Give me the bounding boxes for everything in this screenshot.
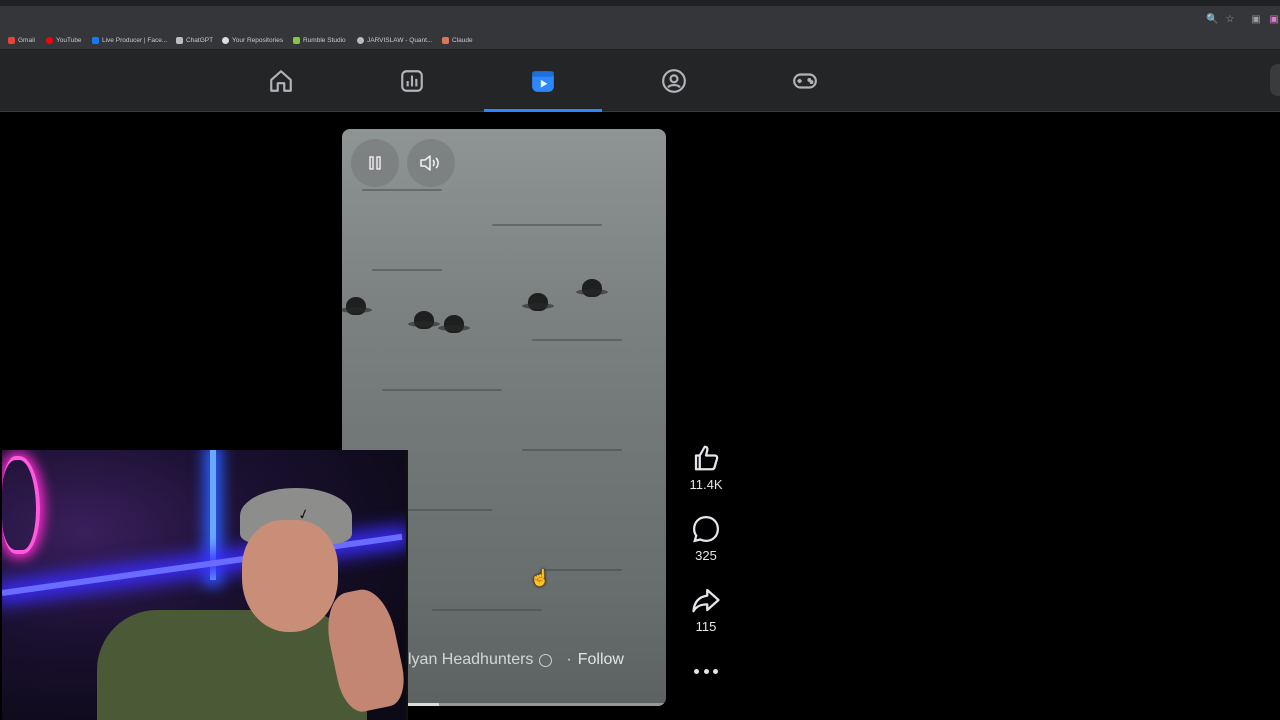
globe-icon [539, 653, 553, 667]
like-count: 11.4K [689, 477, 723, 492]
water-ripple [532, 339, 622, 341]
tab-reels[interactable] [484, 50, 602, 112]
water-ripple [362, 189, 442, 191]
water-ripple [372, 269, 442, 271]
separator: · [566, 651, 572, 668]
water-ripple [382, 389, 502, 391]
menu-button[interactable] [1270, 64, 1280, 96]
facebook-icon [92, 36, 99, 44]
bookmark-gmail[interactable]: Gmail [8, 33, 35, 47]
share-count: 115 [695, 619, 717, 634]
led-strip [2, 533, 403, 596]
bookmark-github[interactable]: Your Repositories [222, 33, 283, 47]
streamer-body [97, 610, 367, 720]
dot [713, 668, 718, 674]
rumble-icon [293, 36, 300, 44]
swimmer [408, 311, 440, 329]
dot [703, 668, 709, 674]
swimmer [576, 279, 608, 297]
swimmer [522, 293, 554, 311]
extensions-icon[interactable]: ▣ [1250, 14, 1262, 26]
bookmark-chatgpt[interactable]: ChatGPT [176, 33, 213, 47]
gmail-icon [8, 36, 15, 44]
thumbs-up-icon [694, 445, 719, 471]
dot [694, 668, 699, 674]
groups-icon [662, 68, 686, 93]
tab-groups[interactable] [615, 50, 733, 111]
neon-sign [2, 456, 40, 554]
share-icon [692, 588, 720, 613]
reel-author-row: lyan Headhunters · Follow [408, 651, 624, 669]
water-ripple [522, 449, 622, 451]
gamepad-icon [793, 72, 817, 89]
bookmark-label: Rumble Studio [303, 36, 346, 44]
share-button[interactable]: 115 [686, 585, 726, 634]
streamer-face [242, 520, 338, 632]
water-ripple [402, 509, 492, 511]
bookmark-label: JARVISLAW - Quant... [367, 36, 433, 44]
water-ripple [432, 609, 542, 611]
zoom-icon[interactable]: 🔍 [1206, 14, 1218, 26]
claude-icon [442, 36, 449, 44]
bookmark-jarvislaw[interactable]: JARVISLAW - Quant... [357, 33, 432, 47]
author-name[interactable]: lyan Headhunters [408, 651, 533, 669]
home-icon [270, 69, 292, 92]
top-navigation [0, 50, 1280, 112]
bookmarks-bar: Gmail YouTube Live Producer | Face... Ch… [0, 30, 1280, 50]
tab-gaming[interactable] [746, 50, 864, 111]
pause-button[interactable] [351, 139, 399, 187]
chatgpt-icon [176, 36, 183, 44]
browser-toolbar: 🔍 ☆ ▣ ▣ [0, 0, 1280, 30]
pause-icon [369, 156, 381, 170]
reels-icon [532, 70, 554, 92]
bookmark-label: Live Producer | Face... [102, 36, 168, 44]
swimmer [342, 297, 372, 315]
profile-icon[interactable]: ▣ [1268, 14, 1280, 26]
tab-home[interactable] [222, 50, 340, 111]
bookmark-label: YouTube [56, 36, 82, 44]
github-icon [222, 36, 229, 44]
follow-button[interactable]: Follow [578, 651, 624, 669]
comment-count: 325 [695, 548, 717, 563]
bookmark-star-icon[interactable]: ☆ [1224, 14, 1236, 26]
tab-dashboard[interactable] [353, 50, 471, 111]
bookmark-claude[interactable]: Claude [442, 33, 473, 47]
comment-button[interactable]: 325 [686, 514, 726, 563]
webcam-overlay [2, 450, 408, 720]
bookmark-label: Gmail [18, 36, 35, 44]
swimmer [438, 315, 470, 333]
bookmark-label: Claude [452, 36, 473, 44]
speaker-icon [420, 155, 439, 171]
link-icon [357, 36, 364, 44]
water-ripple [542, 569, 622, 571]
hand-cursor-icon: ☝ [530, 570, 550, 587]
volume-button[interactable] [407, 139, 455, 187]
bookmark-label: ChatGPT [186, 36, 214, 44]
bookmark-live-producer[interactable]: Live Producer | Face... [92, 33, 167, 47]
more-options-button[interactable] [694, 663, 718, 679]
bookmark-rumble[interactable]: Rumble Studio [293, 33, 346, 47]
bookmark-youtube[interactable]: YouTube [46, 33, 82, 47]
water-ripple [492, 224, 602, 226]
comment-icon [692, 515, 720, 543]
youtube-icon [46, 36, 53, 44]
bar-chart-icon [401, 69, 423, 92]
bookmark-label: Your Repositories [232, 36, 284, 44]
like-button[interactable]: 11.4K [686, 443, 726, 492]
